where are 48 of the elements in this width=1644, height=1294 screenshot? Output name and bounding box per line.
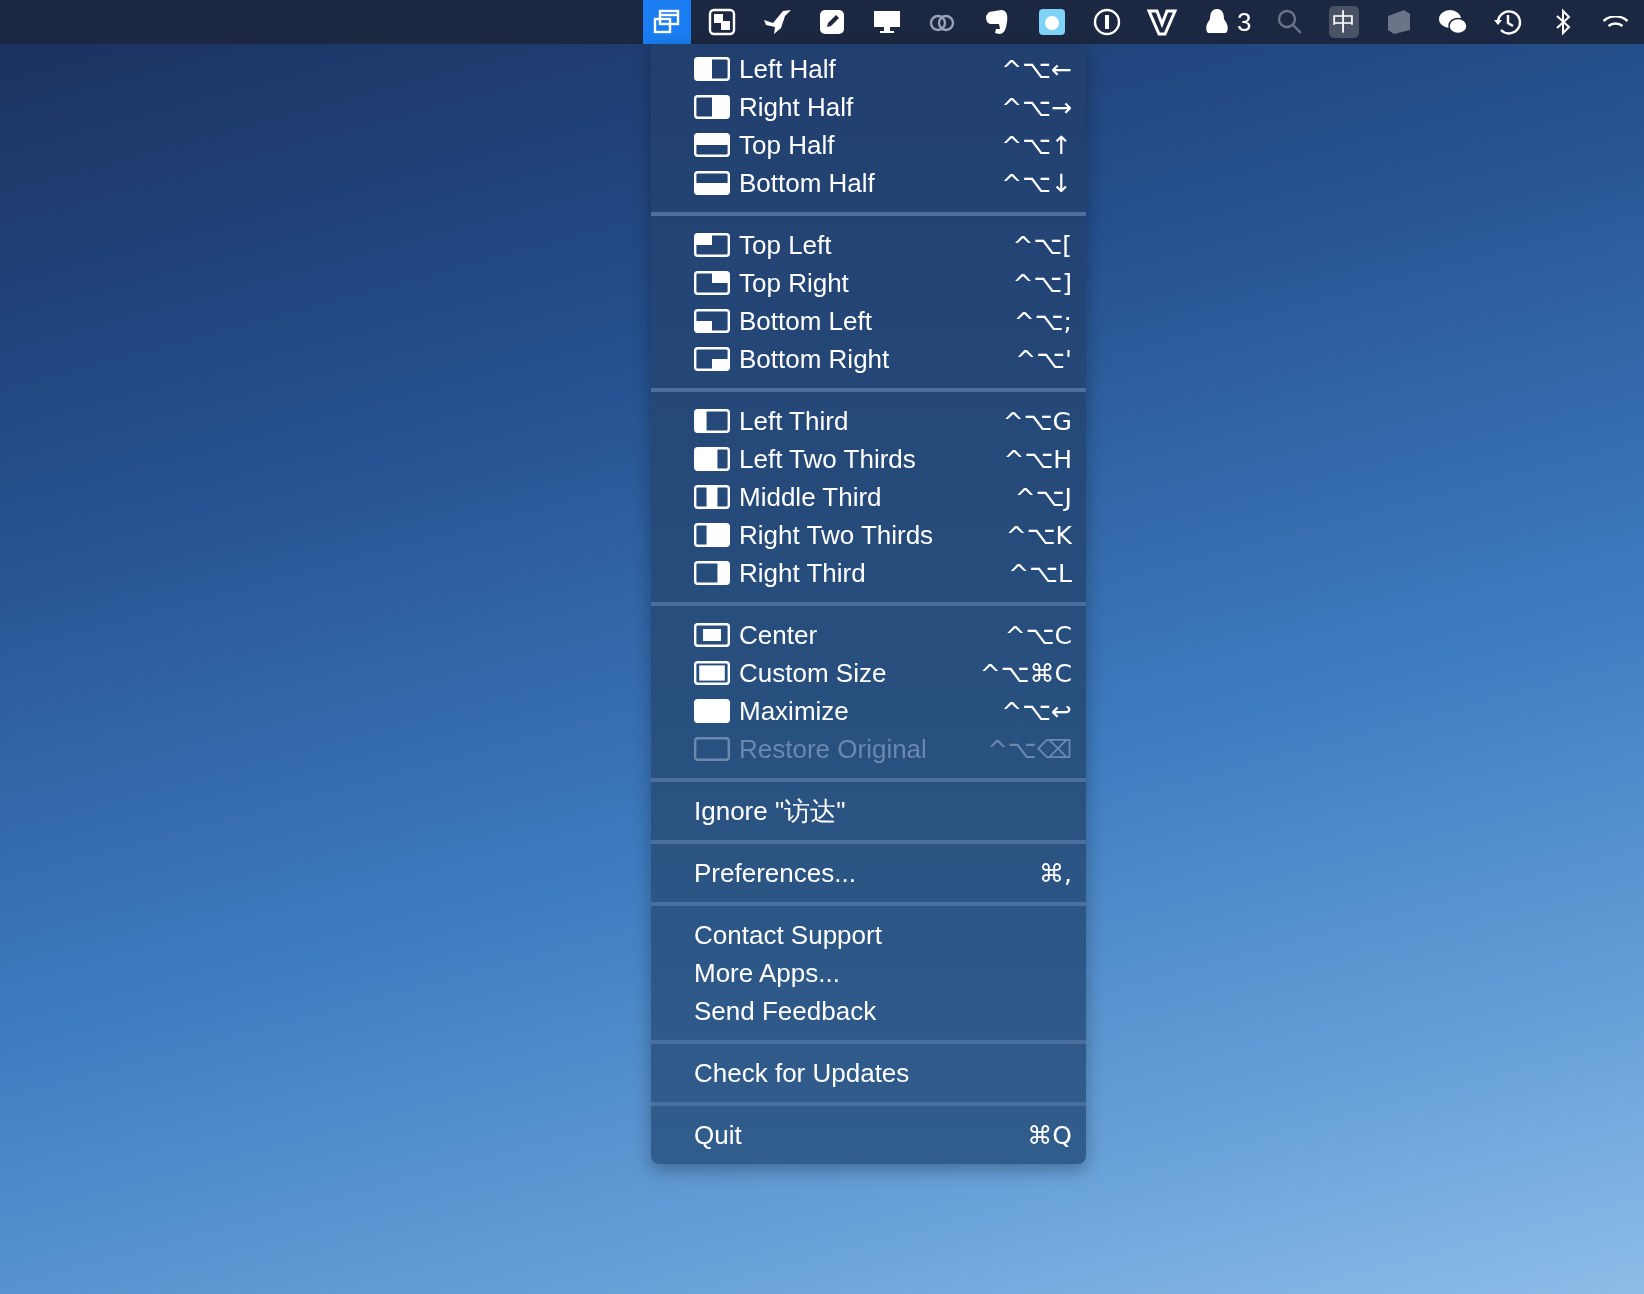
menu-item[interactable]: Left Half ^⌥← [651, 50, 1086, 88]
window-layout-icon [694, 309, 730, 333]
menu-item[interactable]: Middle Third ^⌥J [651, 478, 1086, 516]
menu-item[interactable]: Bottom Right ^⌥' [651, 340, 1086, 378]
menu-item[interactable]: Right Third ^⌥L [651, 554, 1086, 592]
menu-item[interactable]: Ignore "访达" [651, 792, 1086, 830]
menu-item[interactable]: Top Left ^⌥[ [651, 226, 1086, 264]
squares-icon [706, 6, 738, 38]
window-layout-icon [694, 409, 730, 433]
cloud-face-icon [1036, 6, 1068, 38]
window-layout-icon [694, 347, 730, 371]
menu-item[interactable]: Bottom Half ^⌥↓ [651, 164, 1086, 202]
lock-circle-icon [1091, 6, 1123, 38]
window-layout-icon [694, 447, 730, 471]
wifi-icon [1602, 16, 1630, 28]
menu-item[interactable]: Left Third ^⌥G [651, 402, 1086, 440]
window-layout-icon [694, 737, 730, 761]
menu-item[interactable]: Right Two Thirds ^⌥K [651, 516, 1086, 554]
menu-item[interactable]: More Apps... [651, 954, 1086, 992]
window-layout-icon [694, 623, 730, 647]
window-layout-icon [694, 95, 730, 119]
window-layout-icon [694, 485, 730, 509]
menu-item[interactable]: Bottom Left ^⌥; [651, 302, 1086, 340]
input-method-indicator[interactable]: 中 [1329, 6, 1360, 38]
window-layout-icon [694, 561, 730, 585]
menu-item[interactable]: Quit ⌘Q [651, 1116, 1086, 1154]
window-layout-icon [694, 661, 730, 685]
penguin-icon-item[interactable]: 3 [1193, 0, 1260, 44]
menu-item[interactable]: Top Right ^⌥] [651, 264, 1086, 302]
menu-item[interactable]: Custom Size ^⌥⌘C [651, 654, 1086, 692]
window-layout-icon [694, 57, 730, 81]
window-layout-icon [694, 133, 730, 157]
window-layout-icon [694, 523, 730, 547]
window-layout-icon [694, 233, 730, 257]
notification-count: 3 [1237, 6, 1252, 38]
menu-item[interactable]: Maximize ^⌥↩ [651, 692, 1086, 730]
menu-item[interactable]: Right Half ^⌥→ [651, 88, 1086, 126]
windows-icon-item[interactable] [643, 0, 691, 44]
menu-item[interactable]: Contact Support [651, 916, 1086, 954]
menu-item[interactable]: Check for Updates [651, 1054, 1086, 1092]
menu-item[interactable]: Send Feedback [651, 992, 1086, 1030]
window-layout-icon [694, 699, 730, 723]
menu-item[interactable]: Preferences... ⌘, [651, 854, 1086, 892]
menu-item[interactable]: Center ^⌥C [651, 616, 1086, 654]
window-layout-icon [694, 171, 730, 195]
window-layout-icon [694, 271, 730, 295]
menu-item[interactable]: Left Two Thirds ^⌥H [651, 440, 1086, 478]
menu-item[interactable]: Top Half ^⌥↑ [651, 126, 1086, 164]
